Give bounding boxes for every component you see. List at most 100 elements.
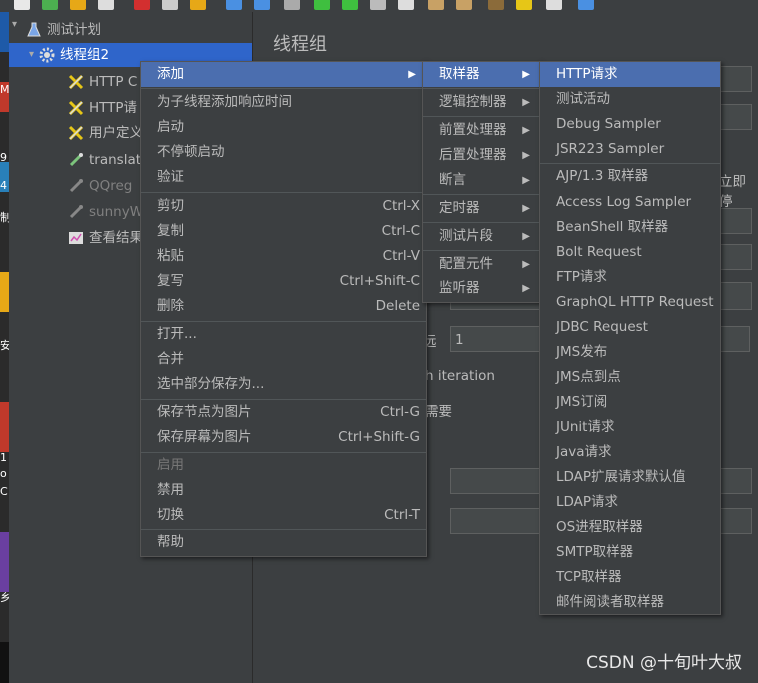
menu-shortcut: Ctrl-V xyxy=(382,248,420,264)
submenu-item-config-element[interactable]: 配置元件 ▶ xyxy=(423,252,540,277)
reset-search-icon[interactable] xyxy=(516,0,532,10)
submenu-item-post-processor[interactable]: 后置处理器 ▶ xyxy=(423,143,540,168)
submenu-item-listener[interactable]: 监听器 ▶ xyxy=(423,276,540,301)
sampler-item-jms-publisher[interactable]: JMS发布 xyxy=(540,340,720,365)
menu-item-help[interactable]: 帮助 xyxy=(141,530,426,555)
sampler-item-os-process[interactable]: OS进程取样器 xyxy=(540,515,720,540)
submenu-arrow-icon: ▶ xyxy=(522,125,530,136)
tree-item-translate[interactable]: translat xyxy=(67,148,141,172)
menu-item-merge[interactable]: 合并 xyxy=(141,347,426,372)
sampler-item-ajp[interactable]: AJP/1.3 取样器 xyxy=(540,164,720,189)
stop-icon[interactable] xyxy=(370,0,386,10)
sampler-item-jms-point-to-point[interactable]: JMS点到点 xyxy=(540,365,720,390)
sampler-item-smtp[interactable]: SMTP取样器 xyxy=(540,540,720,565)
menu-item-label: 帮助 xyxy=(157,534,184,550)
menu-item-save-screen-image[interactable]: 保存屏幕为图片 Ctrl+Shift-G xyxy=(141,425,426,450)
sampler-item-ftp[interactable]: FTP请求 xyxy=(540,265,720,290)
menu-item-cut[interactable]: 剪切 Ctrl-X xyxy=(141,194,426,219)
results-tree-icon xyxy=(67,229,85,247)
tree-item-sunnyw[interactable]: sunnyW xyxy=(67,200,143,224)
sampler-item-access-log[interactable]: Access Log Sampler xyxy=(540,190,720,215)
menu-item-label: 保存屏幕为图片 xyxy=(157,429,252,445)
menu-item-toggle[interactable]: 切换 Ctrl-T xyxy=(141,503,426,528)
function-helper-icon[interactable] xyxy=(546,0,562,10)
shutdown-icon[interactable] xyxy=(398,0,414,10)
submenu-item-timer[interactable]: 定时器 ▶ xyxy=(423,196,540,221)
search-icon[interactable] xyxy=(488,0,504,10)
copy-icon[interactable] xyxy=(162,0,178,10)
submenu-item-pre-processor[interactable]: 前置处理器 ▶ xyxy=(423,118,540,143)
clear-icon[interactable] xyxy=(428,0,444,10)
save-icon[interactable] xyxy=(98,0,114,10)
submenu-item-test-fragment[interactable]: 测试片段 ▶ xyxy=(423,224,540,249)
sampler-item-jdbc[interactable]: JDBC Request xyxy=(540,315,720,340)
menu-item-open[interactable]: 打开... xyxy=(141,322,426,347)
start-no-pause-icon[interactable] xyxy=(342,0,358,10)
tree-item-view-results[interactable]: 查看结果 xyxy=(67,226,143,250)
sampler-item-ldap[interactable]: LDAP请求 xyxy=(540,490,720,515)
sampler-item-test-action[interactable]: 测试活动 xyxy=(540,87,720,112)
paste-icon[interactable] xyxy=(190,0,206,10)
menu-item-copy[interactable]: 复制 Ctrl-C xyxy=(141,219,426,244)
menu-item-disable[interactable]: 禁用 xyxy=(141,478,426,503)
menu-item-start-no-pause[interactable]: 不停顿启动 xyxy=(141,140,426,165)
tree-item-test-plan[interactable]: 测试计划 xyxy=(25,18,101,42)
desktop-char: 制 xyxy=(0,211,9,224)
submenu-item-sampler[interactable]: 取样器 ▶ xyxy=(423,62,540,87)
sampler-item-jsr223[interactable]: JSR223 Sampler xyxy=(540,137,720,162)
expand-icon[interactable] xyxy=(226,0,242,10)
watermark: CSDN @十旬叶大叔 xyxy=(586,653,742,673)
sampler-item-junit[interactable]: JUnit请求 xyxy=(540,415,720,440)
context-menu: 添加 ▶ 为子线程添加响应时间 启动 不停顿启动 验证 剪切 Ctrl-X 复制 Ct… xyxy=(140,61,427,557)
tree-item-http-sampler[interactable]: HTTP C xyxy=(67,70,137,94)
menu-item-paste[interactable]: 粘贴 Ctrl-V xyxy=(141,244,426,269)
collapse-arrow-icon[interactable]: ▾ xyxy=(12,19,17,30)
menu-item-add-response-time[interactable]: 为子线程添加响应时间 xyxy=(141,90,426,115)
start-icon[interactable] xyxy=(314,0,330,10)
menu-shortcut: Ctrl-C xyxy=(381,223,420,239)
collapse-arrow-icon[interactable]: ▾ xyxy=(29,43,34,67)
menu-item-label: JMS点到点 xyxy=(556,369,621,385)
sampler-item-beanshell[interactable]: BeanShell 取样器 xyxy=(540,215,720,240)
sampler-item-graphql[interactable]: GraphQL HTTP Request xyxy=(540,290,720,315)
menu-item-validate[interactable]: 验证 xyxy=(141,165,426,190)
desktop-strip: M 9 4 制 安 1 o C 乡 xyxy=(0,12,9,683)
menu-item-start[interactable]: 启动 xyxy=(141,115,426,140)
tree-item-qqreg[interactable]: QQreg xyxy=(67,174,132,198)
menu-item-save-node-image[interactable]: 保存节点为图片 Ctrl-G xyxy=(141,400,426,425)
submenu-item-assertion[interactable]: 断言 ▶ xyxy=(423,168,540,193)
submenu-arrow-icon: ▶ xyxy=(522,231,530,242)
menu-item-label: 为子线程添加响应时间 xyxy=(157,94,292,110)
page-title: 线程组 xyxy=(273,34,327,55)
sampler-item-bolt[interactable]: Bolt Request xyxy=(540,240,720,265)
templates-icon[interactable] xyxy=(42,0,58,10)
sampler-item-java[interactable]: Java请求 xyxy=(540,440,720,465)
sampler-item-ldap-extended[interactable]: LDAP扩展请求默认值 xyxy=(540,465,720,490)
sampler-item-jms-subscriber[interactable]: JMS订阅 xyxy=(540,390,720,415)
stop-now-label: 立即停 xyxy=(719,174,746,210)
menu-item-enable: 启用 xyxy=(141,453,426,478)
help-icon[interactable] xyxy=(578,0,594,10)
new-icon[interactable] xyxy=(14,0,30,10)
open-icon[interactable] xyxy=(70,0,86,10)
sampler-item-mail-reader[interactable]: 邮件阅读者取样器 xyxy=(540,590,720,615)
collapse-icon[interactable] xyxy=(254,0,270,10)
clear-all-icon[interactable] xyxy=(456,0,472,10)
submenu-arrow-icon: ▶ xyxy=(522,203,530,214)
cut-icon[interactable] xyxy=(134,0,150,10)
toggle-icon[interactable] xyxy=(284,0,300,10)
tree-item-http-request[interactable]: HTTP请 xyxy=(67,96,137,120)
menu-item-add[interactable]: 添加 ▶ xyxy=(141,62,426,87)
sampler-item-tcp[interactable]: TCP取样器 xyxy=(540,565,720,590)
menu-item-save-selection[interactable]: 选中部分保存为... xyxy=(141,372,426,397)
menu-item-label: 删除 xyxy=(157,298,184,314)
menu-item-duplicate[interactable]: 复写 Ctrl+Shift-C xyxy=(141,269,426,294)
menu-item-label: 剪切 xyxy=(157,198,184,214)
sampler-item-debug[interactable]: Debug Sampler xyxy=(540,112,720,137)
sampler-item-http-request[interactable]: HTTP请求 xyxy=(540,62,720,87)
menu-item-label: 复写 xyxy=(157,273,184,289)
submenu-arrow-icon: ▶ xyxy=(522,69,530,80)
submenu-item-logic-controller[interactable]: 逻辑控制器 ▶ xyxy=(423,90,540,115)
tree-item-user-defined[interactable]: 用户定义 xyxy=(67,121,143,145)
menu-item-delete[interactable]: 删除 Delete xyxy=(141,294,426,319)
